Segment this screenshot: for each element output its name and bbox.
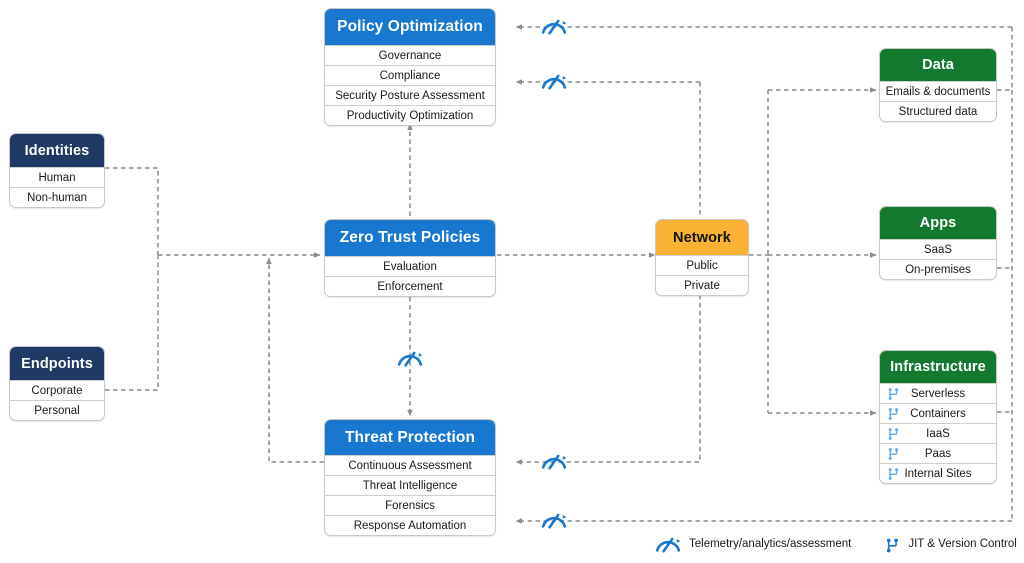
- card-threat-protection-row-2[interactable]: Forensics: [325, 495, 495, 515]
- card-infrastructure-row-2[interactable]: IaaS: [880, 423, 996, 443]
- card-identities-title: Identities: [10, 134, 104, 167]
- card-data[interactable]: Data Emails & documents Structured data: [879, 48, 997, 122]
- card-apps-row-1[interactable]: On-premises: [880, 259, 996, 279]
- wire-endpoints-to-rail: [105, 255, 159, 391]
- card-threat-protection-row-1[interactable]: Threat Intelligence: [325, 475, 495, 495]
- card-endpoints-title: Endpoints: [10, 347, 104, 380]
- connector-layer: [105, 24, 1013, 524]
- git-branch-icon: [887, 467, 900, 481]
- card-threat-protection-title: Threat Protection: [325, 420, 495, 455]
- card-threat-protection[interactable]: Threat Protection Continuous Assessment …: [324, 419, 496, 536]
- gauge-telemetry-icon: [655, 536, 681, 554]
- card-network[interactable]: Network Public Private: [655, 219, 749, 296]
- git-branch-icon: [887, 447, 900, 461]
- card-endpoints-row-0[interactable]: Corporate: [10, 380, 104, 400]
- card-identities-row-1[interactable]: Non-human: [10, 187, 104, 207]
- gauge-telemetry-icon: [541, 73, 567, 91]
- card-apps[interactable]: Apps SaaS On-premises: [879, 206, 997, 280]
- card-data-row-0[interactable]: Emails & documents: [880, 81, 996, 101]
- card-policy-optimization-title: Policy Optimization: [325, 9, 495, 45]
- card-identities-row-0[interactable]: Human: [10, 167, 104, 187]
- git-branch-icon: [887, 427, 900, 441]
- card-threat-protection-row-3[interactable]: Response Automation: [325, 515, 495, 535]
- card-data-title: Data: [880, 49, 996, 81]
- card-data-row-1[interactable]: Structured data: [880, 101, 996, 121]
- gauge-telemetry-icon: [541, 18, 567, 36]
- card-infrastructure-row-3[interactable]: Paas: [880, 443, 996, 463]
- card-apps-title: Apps: [880, 207, 996, 239]
- legend-item-telemetry: Telemetry/analytics/assessment: [655, 536, 851, 554]
- legend-item-jit-version-control-label: JIT & Version Control: [908, 538, 1017, 551]
- card-network-row-1[interactable]: Private: [656, 275, 748, 295]
- card-network-row-0[interactable]: Public: [656, 255, 748, 275]
- gauge-telemetry-icon: [397, 350, 423, 368]
- card-zero-trust-policies-title: Zero Trust Policies: [325, 220, 495, 256]
- gauge-telemetry-icon: [541, 453, 567, 471]
- wire-threat-protection-to-rail: [266, 257, 324, 463]
- card-apps-row-0[interactable]: SaaS: [880, 239, 996, 259]
- card-policy-optimization-row-1[interactable]: Compliance: [325, 65, 495, 85]
- card-network-title: Network: [656, 220, 748, 255]
- card-policy-optimization-row-3[interactable]: Productivity Optimization: [325, 105, 495, 125]
- zero-trust-diagram: Policy Optimization Governance Complianc…: [0, 0, 1024, 563]
- card-identities[interactable]: Identities Human Non-human: [9, 133, 105, 208]
- git-branch-icon: [887, 387, 900, 401]
- gauge-telemetry-icon: [541, 512, 567, 530]
- wire-identities-to-rail: [105, 167, 159, 255]
- card-policy-optimization[interactable]: Policy Optimization Governance Complianc…: [324, 8, 496, 126]
- card-infrastructure-title: Infrastructure: [880, 351, 996, 383]
- card-zero-trust-policies-row-1[interactable]: Enforcement: [325, 276, 495, 296]
- card-policy-optimization-row-0[interactable]: Governance: [325, 45, 495, 65]
- card-infrastructure-row-1-label: Containers: [910, 407, 966, 420]
- legend-item-telemetry-label: Telemetry/analytics/assessment: [689, 538, 852, 551]
- card-infrastructure-row-0[interactable]: Serverless: [880, 383, 996, 403]
- legend-item-jit-version-control: JIT & Version Control: [885, 537, 1017, 554]
- legend: Telemetry/analytics/assessment JIT & Ver…: [655, 536, 1017, 554]
- card-policy-optimization-row-2[interactable]: Security Posture Assessment: [325, 85, 495, 105]
- git-branch-icon: [887, 407, 900, 421]
- card-threat-protection-row-0[interactable]: Continuous Assessment: [325, 455, 495, 475]
- card-endpoints-row-1[interactable]: Personal: [10, 400, 104, 420]
- card-infrastructure-row-1[interactable]: Containers: [880, 403, 996, 423]
- wire-trunk-to-continuous-assessment: [515, 295, 701, 465]
- card-infrastructure-row-0-label: Serverless: [910, 387, 966, 400]
- card-infrastructure-row-3-label: Paas: [924, 447, 952, 460]
- card-zero-trust-policies-row-0[interactable]: Evaluation: [325, 256, 495, 276]
- card-infrastructure-row-4-label: Internal Sites: [904, 467, 972, 480]
- card-infrastructure-row-2-label: IaaS: [926, 427, 950, 440]
- git-branch-icon: [885, 537, 900, 554]
- card-infrastructure[interactable]: Infrastructure Serverless Containers Iaa…: [879, 350, 997, 484]
- card-zero-trust-policies[interactable]: Zero Trust Policies Evaluation Enforceme…: [324, 219, 496, 297]
- card-endpoints[interactable]: Endpoints Corporate Personal: [9, 346, 105, 421]
- card-infrastructure-row-4[interactable]: Internal Sites: [880, 463, 996, 483]
